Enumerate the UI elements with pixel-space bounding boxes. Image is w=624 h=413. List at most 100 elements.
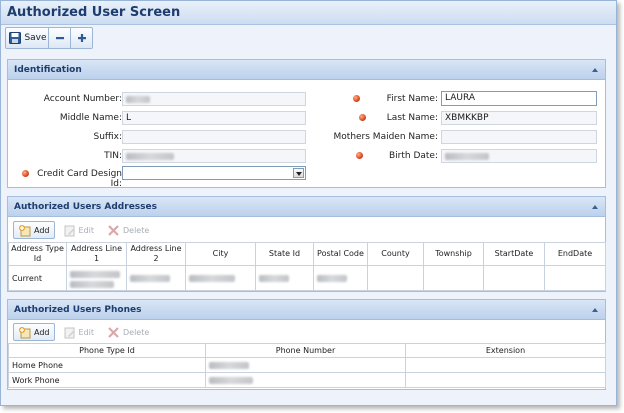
column-header[interactable]: County: [367, 242, 424, 266]
column-header[interactable]: Township: [423, 242, 484, 266]
middle-name-label: Middle Name:: [59, 113, 122, 123]
add-record-icon: [19, 224, 31, 236]
title-bar: Authorized User Screen: [1, 1, 616, 25]
addresses-toolbar: Add Edit Delete: [13, 221, 154, 239]
column-header[interactable]: Extension: [405, 343, 606, 358]
plus-icon: [77, 34, 86, 42]
phones-title: Authorized Users Phones: [14, 305, 142, 315]
extension-cell: [405, 372, 606, 388]
delete-address-button[interactable]: Delete: [102, 221, 154, 239]
edit-button-label: Edit: [78, 327, 95, 337]
suffix-field[interactable]: [122, 130, 306, 144]
column-header[interactable]: City: [185, 242, 256, 266]
authorized-user-window: Authorized User Screen Save Identificati: [0, 0, 617, 406]
delete-phone-button[interactable]: Delete: [102, 323, 154, 341]
tin-field[interactable]: [122, 149, 306, 163]
redacted-value: [259, 275, 289, 282]
start-date-cell: [483, 265, 545, 291]
city-cell: [185, 265, 256, 291]
phone-number-cell: [205, 357, 406, 373]
birth-date-label: Birth Date:: [388, 151, 438, 161]
save-button-label: Save: [24, 33, 47, 43]
address-type-cell: Current: [8, 265, 67, 291]
birth-date-field[interactable]: [441, 149, 597, 163]
edit-phone-button[interactable]: Edit: [58, 323, 100, 341]
phone-number-cell: [205, 372, 406, 388]
column-header[interactable]: StartDate: [483, 242, 545, 266]
extension-cell: [405, 357, 606, 373]
phones-header[interactable]: Authorized Users Phones: [8, 300, 605, 320]
edit-address-button[interactable]: Edit: [58, 221, 100, 239]
address-line-2-cell: [126, 265, 186, 291]
identification-header[interactable]: Identification: [8, 60, 605, 80]
collapse-up-icon[interactable]: [592, 205, 598, 209]
redacted-value: [317, 275, 347, 282]
add-button-label: Add: [34, 327, 50, 337]
county-cell: [367, 265, 424, 291]
addresses-header[interactable]: Authorized Users Addresses: [8, 197, 605, 217]
table-row[interactable]: Home Phone: [8, 357, 606, 373]
add-button[interactable]: [71, 27, 93, 49]
township-cell: [423, 265, 484, 291]
chevron-down-icon[interactable]: [293, 168, 304, 178]
postal-code-cell: [313, 265, 368, 291]
edit-button-label: Edit: [78, 225, 95, 235]
address-line-1-cell: [66, 265, 127, 291]
remove-button[interactable]: [49, 27, 71, 49]
table-header-row: Phone Type Id Phone Number Extension: [8, 343, 606, 358]
redacted-value: [70, 281, 114, 288]
collapse-up-icon[interactable]: [592, 68, 598, 72]
redacted-value: [70, 271, 120, 278]
column-header[interactable]: Address Line 1: [66, 242, 127, 266]
edit-icon: [64, 327, 75, 338]
column-header[interactable]: Phone Type Id: [8, 343, 206, 358]
add-address-button[interactable]: Add: [13, 221, 55, 239]
save-button[interactable]: Save: [5, 27, 49, 49]
column-header[interactable]: Postal Code: [313, 242, 368, 266]
phones-toolbar: Add Edit Delete: [13, 323, 154, 341]
window-title: Authorized User Screen: [7, 5, 181, 20]
identification-title: Identification: [14, 65, 82, 75]
middle-name-field[interactable]: L: [122, 111, 306, 125]
delete-x-icon: [108, 224, 119, 236]
redacted-value: [445, 153, 489, 160]
column-header[interactable]: EndDate: [544, 242, 606, 266]
floppy-disk-icon: [9, 32, 22, 44]
credit-card-design-id-select[interactable]: [122, 166, 306, 180]
collapse-up-icon[interactable]: [592, 308, 598, 312]
add-phone-button[interactable]: Add: [13, 323, 55, 341]
phone-type-cell: Work Phone: [8, 372, 206, 388]
redacted-value: [126, 96, 150, 103]
column-header[interactable]: Address Type Id: [8, 242, 67, 266]
last-name-field[interactable]: XBMKKBP: [441, 111, 597, 125]
state-id-cell: [255, 265, 314, 291]
column-header[interactable]: Phone Number: [205, 343, 406, 358]
phones-panel: Authorized Users Phones Add Edit Delete …: [7, 299, 606, 390]
credit-card-design-id-label: Credit Card Design Id:: [37, 169, 122, 189]
identification-panel: Identification Account Number: Middle Na…: [7, 59, 606, 189]
addresses-title: Authorized Users Addresses: [14, 202, 157, 212]
table-row[interactable]: Work Phone: [8, 372, 606, 388]
last-name-label: Last Name:: [386, 113, 438, 123]
table-row[interactable]: Current: [8, 265, 606, 291]
main-toolbar: Save: [5, 27, 97, 49]
redacted-value: [126, 153, 174, 160]
minus-icon: [55, 37, 64, 40]
first-name-field[interactable]: LAURA: [441, 91, 597, 106]
redacted-value: [209, 362, 249, 369]
redacted-value: [189, 275, 235, 282]
required-marker-icon: [22, 170, 29, 177]
addresses-table: Address Type Id Address Line 1 Address L…: [8, 242, 606, 291]
suffix-label: Suffix:: [93, 132, 122, 142]
end-date-cell: [544, 265, 606, 291]
phones-table: Phone Type Id Phone Number Extension Hom…: [8, 343, 606, 388]
redacted-value: [130, 275, 170, 282]
column-header[interactable]: State Id: [255, 242, 314, 266]
mothers-maiden-name-field[interactable]: [441, 130, 597, 144]
column-header[interactable]: Address Line 2: [126, 242, 186, 266]
addresses-panel: Authorized Users Addresses Add Edit Dele…: [7, 196, 606, 292]
delete-button-label: Delete: [123, 327, 150, 337]
account-number-field[interactable]: [122, 92, 306, 106]
delete-button-label: Delete: [123, 225, 150, 235]
table-header-row: Address Type Id Address Line 1 Address L…: [8, 242, 606, 266]
